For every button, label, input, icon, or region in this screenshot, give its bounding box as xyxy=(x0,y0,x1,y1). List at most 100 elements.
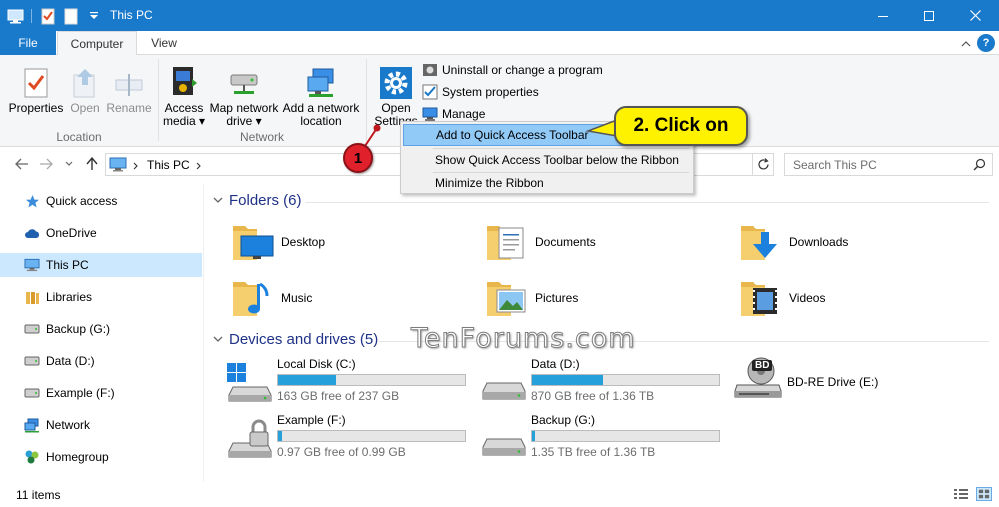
folder-desktop[interactable]: Desktop xyxy=(231,217,481,267)
folder-pictures[interactable]: Pictures xyxy=(485,273,735,323)
search-placeholder: Search This PC xyxy=(793,158,877,172)
customize-toolbar-dropdown-icon[interactable] xyxy=(84,7,103,26)
nav-item-this-pc[interactable]: This PC xyxy=(0,253,202,277)
open-button[interactable]: Open xyxy=(67,61,103,115)
tab-computer[interactable]: Computer xyxy=(57,31,137,56)
title-bar: This PC xyxy=(0,0,999,31)
chevron-down-icon[interactable] xyxy=(213,336,223,343)
drive-usage-bar xyxy=(531,430,720,442)
tab-view[interactable]: View xyxy=(138,31,190,55)
maximize-button[interactable] xyxy=(906,0,952,31)
rename-button[interactable]: Rename xyxy=(106,61,152,115)
downloads-folder-icon xyxy=(741,226,777,260)
nav-item-label: Quick access xyxy=(46,194,118,208)
nav-item-libraries[interactable]: Libraries xyxy=(0,285,202,309)
access-media-label-line2: media ▾ xyxy=(162,114,206,128)
star-icon xyxy=(24,193,40,209)
system-properties-button[interactable]: System properties xyxy=(422,82,539,102)
drive-data-d[interactable]: Data (D:) 870 GB free of 1.36 TB xyxy=(481,357,731,405)
access-media-label-line1: Access xyxy=(164,101,204,115)
gear-icon xyxy=(372,61,420,99)
details-view-icon[interactable] xyxy=(953,487,969,501)
nav-item-onedrive[interactable]: OneDrive xyxy=(0,221,202,245)
section-divider xyxy=(305,202,989,203)
nav-item-quick-access[interactable]: Quick access xyxy=(0,189,202,213)
properties-checklist-icon xyxy=(6,61,66,99)
minimize-button[interactable] xyxy=(860,0,906,31)
rename-icon xyxy=(106,61,152,99)
collapse-ribbon-chevron-icon[interactable] xyxy=(961,37,971,51)
drive-name: Example (F:) xyxy=(277,413,346,427)
folder-name: Videos xyxy=(789,291,826,305)
help-button[interactable]: ? xyxy=(977,34,995,52)
folder-videos[interactable]: Videos xyxy=(739,273,989,323)
drive-local-disk-c[interactable]: Local Disk (C:) 163 GB free of 237 GB xyxy=(227,357,477,405)
drive-icon xyxy=(24,321,40,337)
forward-arrow-icon[interactable] xyxy=(38,156,54,172)
uninstall-program-button[interactable]: Uninstall or change a program xyxy=(422,60,603,80)
search-icon[interactable] xyxy=(973,158,986,171)
nav-item-label: Network xyxy=(46,418,91,432)
properties-button[interactable]: Properties xyxy=(6,61,66,115)
drive-usage-fill xyxy=(278,375,336,385)
devices-section-header[interactable]: Devices and drives (5) xyxy=(213,331,378,348)
drive-example-f[interactable]: Example (F:) 0.97 GB free of 0.99 GB xyxy=(227,413,477,461)
locked-drive-icon xyxy=(228,419,272,458)
location-group-label: Location xyxy=(56,130,102,144)
pictures-folder-icon xyxy=(487,282,526,316)
map-drive-label-line2: drive ▾ xyxy=(226,114,262,128)
chevron-down-icon[interactable] xyxy=(213,197,223,204)
menu-item-minimize-ribbon[interactable]: Minimize the Ribbon xyxy=(403,172,691,194)
large-icons-view-icon[interactable] xyxy=(976,487,992,501)
tab-file[interactable]: File xyxy=(0,31,56,55)
new-folder-icon[interactable] xyxy=(61,7,80,26)
nav-item-label: Homegroup xyxy=(46,450,109,464)
close-icon xyxy=(969,10,981,21)
nav-item-label: This PC xyxy=(46,258,89,272)
cloud-icon xyxy=(24,225,40,241)
uninstall-label: Uninstall or change a program xyxy=(442,63,603,77)
drive-usage-bar xyxy=(277,430,466,442)
access-media-button[interactable]: Access media ▾ xyxy=(162,61,206,128)
drive-free-space: 163 GB free of 237 GB xyxy=(277,389,400,403)
back-arrow-icon[interactable] xyxy=(14,156,30,172)
drive-usage-fill xyxy=(532,431,535,441)
folder-name: Desktop xyxy=(281,235,326,249)
recent-locations-chevron-icon[interactable] xyxy=(61,156,77,172)
chevron-right-icon[interactable] xyxy=(196,162,202,170)
drive-name: Local Disk (C:) xyxy=(277,357,356,371)
nav-item-label: OneDrive xyxy=(46,226,97,240)
computer-icon[interactable] xyxy=(6,7,25,26)
search-input[interactable]: Search This PC xyxy=(784,153,993,176)
nav-item-network[interactable]: Network xyxy=(0,413,202,437)
drive-icon xyxy=(482,382,526,400)
bd-disc-label: BD xyxy=(752,360,773,371)
drive-name: Backup (G:) xyxy=(531,413,596,427)
network-icon xyxy=(24,417,40,433)
add-network-location-button[interactable]: Add a network location xyxy=(282,61,360,128)
documents-folder-icon xyxy=(487,226,524,260)
nav-item-data-d[interactable]: Data (D:) xyxy=(0,349,202,373)
nav-item-backup-g[interactable]: Backup (G:) xyxy=(0,317,202,341)
breadcrumb-this-pc[interactable]: This PC xyxy=(147,158,190,172)
folders-section-header[interactable]: Folders (6) xyxy=(213,192,302,209)
open-label: Open xyxy=(70,101,100,115)
library-icon xyxy=(24,289,40,305)
nav-item-homegroup[interactable]: Homegroup xyxy=(0,445,202,469)
drive-bd-re-e[interactable]: BD BD-RE Drive (E:) xyxy=(733,357,983,405)
nav-item-label: Libraries xyxy=(46,290,93,304)
item-count: 11 items xyxy=(16,488,61,502)
chevron-right-icon[interactable] xyxy=(133,162,139,170)
folder-documents[interactable]: Documents xyxy=(485,217,735,267)
add-location-label-line1: Add a network xyxy=(282,101,360,115)
close-button[interactable] xyxy=(952,0,998,31)
up-arrow-icon[interactable] xyxy=(84,156,100,172)
desktop-folder-icon xyxy=(233,226,274,260)
drive-backup-g[interactable]: Backup (G:) 1.35 TB free of 1.36 TB xyxy=(481,413,731,461)
folder-music[interactable]: Music xyxy=(231,273,481,323)
folder-downloads[interactable]: Downloads xyxy=(739,217,989,267)
refresh-button[interactable] xyxy=(752,153,774,176)
properties-checklist-icon[interactable] xyxy=(38,7,57,26)
map-network-drive-button[interactable]: Map network drive ▾ xyxy=(208,61,280,128)
nav-item-example-f[interactable]: Example (F:) xyxy=(0,381,202,405)
